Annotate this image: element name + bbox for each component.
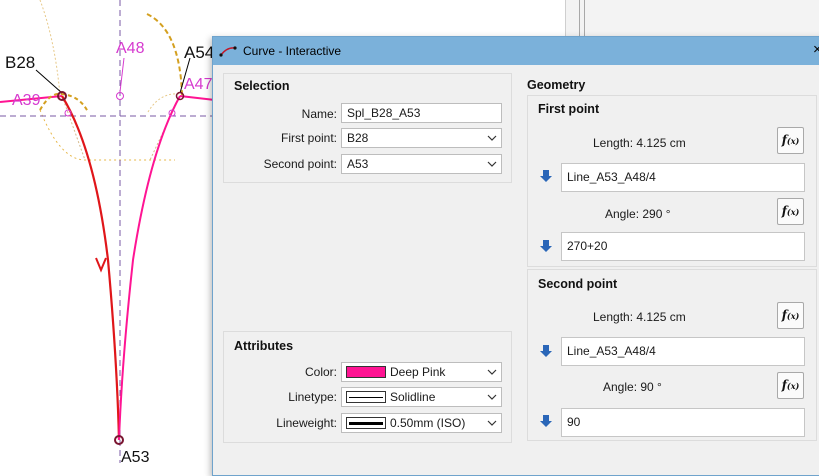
name-field[interactable]: Spl_B28_A53 — [341, 103, 502, 123]
linetype-swatch — [346, 391, 386, 403]
color-swatch — [346, 366, 386, 378]
label-a39: A39 — [12, 92, 41, 109]
chevron-down-icon — [487, 394, 497, 400]
fx-icon-sub: (x) — [786, 311, 800, 321]
first-length-formula-button[interactable]: f(x) — [777, 127, 804, 154]
expand-down-arrow-icon[interactable] — [539, 414, 553, 428]
expand-down-arrow-icon[interactable] — [539, 344, 553, 358]
attributes-group: Attributes Color: Deep Pink Linetype: So… — [223, 331, 512, 443]
second-point-title: Second point — [538, 277, 618, 291]
dialog-titlebar[interactable]: Curve - Interactive × — [213, 37, 819, 65]
first-point-select[interactable]: B28 — [341, 128, 502, 148]
linetype-select[interactable]: Solidline — [341, 387, 502, 407]
label-a54: A54 — [184, 43, 214, 62]
curve-tool-icon — [219, 46, 237, 57]
window-edge-strip — [565, 0, 819, 40]
color-select[interactable]: Deep Pink — [341, 362, 502, 382]
leader-a48 — [119, 57, 125, 93]
first-point-group: First point Length: 4.125 cm f(x) Line_A… — [527, 95, 817, 267]
second-angle-text: Angle: 90 ° — [603, 380, 662, 394]
first-length-formula-field[interactable]: Line_A53_A48/4 — [561, 163, 805, 192]
second-point-label: Second point: — [263, 157, 337, 171]
chevron-down-icon — [487, 161, 497, 167]
curve-direction-arrow-icon — [95, 257, 107, 273]
lineweight-select[interactable]: 0.50mm (ISO) — [341, 413, 502, 433]
first-point-title: First point — [538, 102, 600, 116]
second-angle-formula-button[interactable]: f(x) — [777, 372, 804, 399]
fx-icon-sub: (x) — [786, 136, 800, 146]
attributes-title: Attributes — [234, 339, 294, 353]
first-angle-text: Angle: 290 ° — [605, 207, 671, 221]
expand-down-arrow-icon[interactable] — [539, 169, 553, 183]
second-angle-formula-field[interactable]: 90 — [561, 408, 805, 437]
chevron-down-icon — [487, 135, 497, 141]
second-length-formula-field[interactable]: Line_A53_A48/4 — [561, 337, 805, 366]
linetype-value: Solidline — [390, 390, 436, 404]
dotted-arc-lower — [39, 109, 175, 161]
name-label: Name: — [301, 107, 337, 121]
selection-title: Selection — [234, 79, 290, 93]
color-label: Color: — [304, 365, 337, 379]
first-angle-formula-field[interactable]: 270+20 — [561, 232, 805, 261]
lineweight-value: 0.50mm (ISO) — [390, 416, 466, 430]
label-a53: A53 — [121, 449, 150, 463]
fx-icon-sub: (x) — [786, 381, 800, 391]
gold-arc-right — [147, 93, 181, 113]
chevron-down-icon — [487, 420, 497, 426]
first-length-text: Length: 4.125 cm — [593, 136, 686, 150]
gold-arc-a54 — [146, 13, 183, 96]
first-point-label: First point: — [280, 131, 337, 145]
linetype-label: Linetype: — [288, 390, 337, 404]
lineweight-label: Lineweight: — [276, 416, 337, 430]
leader-b28 — [35, 69, 63, 94]
close-icon[interactable]: × — [813, 41, 819, 58]
curve-red-spl-b28-a53[interactable] — [61, 95, 121, 441]
dotted-arc-upper — [39, 0, 61, 96]
label-a48: A48 — [116, 40, 145, 57]
lineweight-swatch — [346, 417, 386, 429]
dialog-title: Curve - Interactive — [243, 44, 342, 58]
selection-group: Selection Name: Spl_B28_A53 First point:… — [223, 73, 512, 183]
second-point-group: Second point Length: 4.125 cm f(x) Line_… — [527, 269, 817, 441]
dotted-line-left — [61, 95, 86, 161]
window-edge-line — [579, 0, 580, 40]
curve-interactive-dialog: Curve - Interactive × Selection Name: Sp… — [212, 36, 819, 476]
second-point-value: A53 — [347, 157, 369, 171]
first-angle-formula-button[interactable]: f(x) — [777, 198, 804, 225]
first-point-value: B28 — [347, 131, 369, 145]
fx-icon-sub: (x) — [786, 207, 800, 217]
second-point-select[interactable]: A53 — [341, 154, 502, 174]
second-length-text: Length: 4.125 cm — [593, 310, 686, 324]
chevron-down-icon — [487, 369, 497, 375]
curve-pink[interactable] — [118, 95, 181, 441]
label-a47: A47 — [184, 76, 213, 93]
label-b28: B28 — [5, 53, 35, 72]
expand-down-arrow-icon[interactable] — [539, 239, 553, 253]
color-value: Deep Pink — [390, 365, 446, 379]
geometry-title: Geometry — [527, 78, 586, 92]
pink-line-a47 — [179, 95, 216, 101]
window-edge-line — [584, 0, 585, 40]
second-length-formula-button[interactable]: f(x) — [777, 302, 804, 329]
